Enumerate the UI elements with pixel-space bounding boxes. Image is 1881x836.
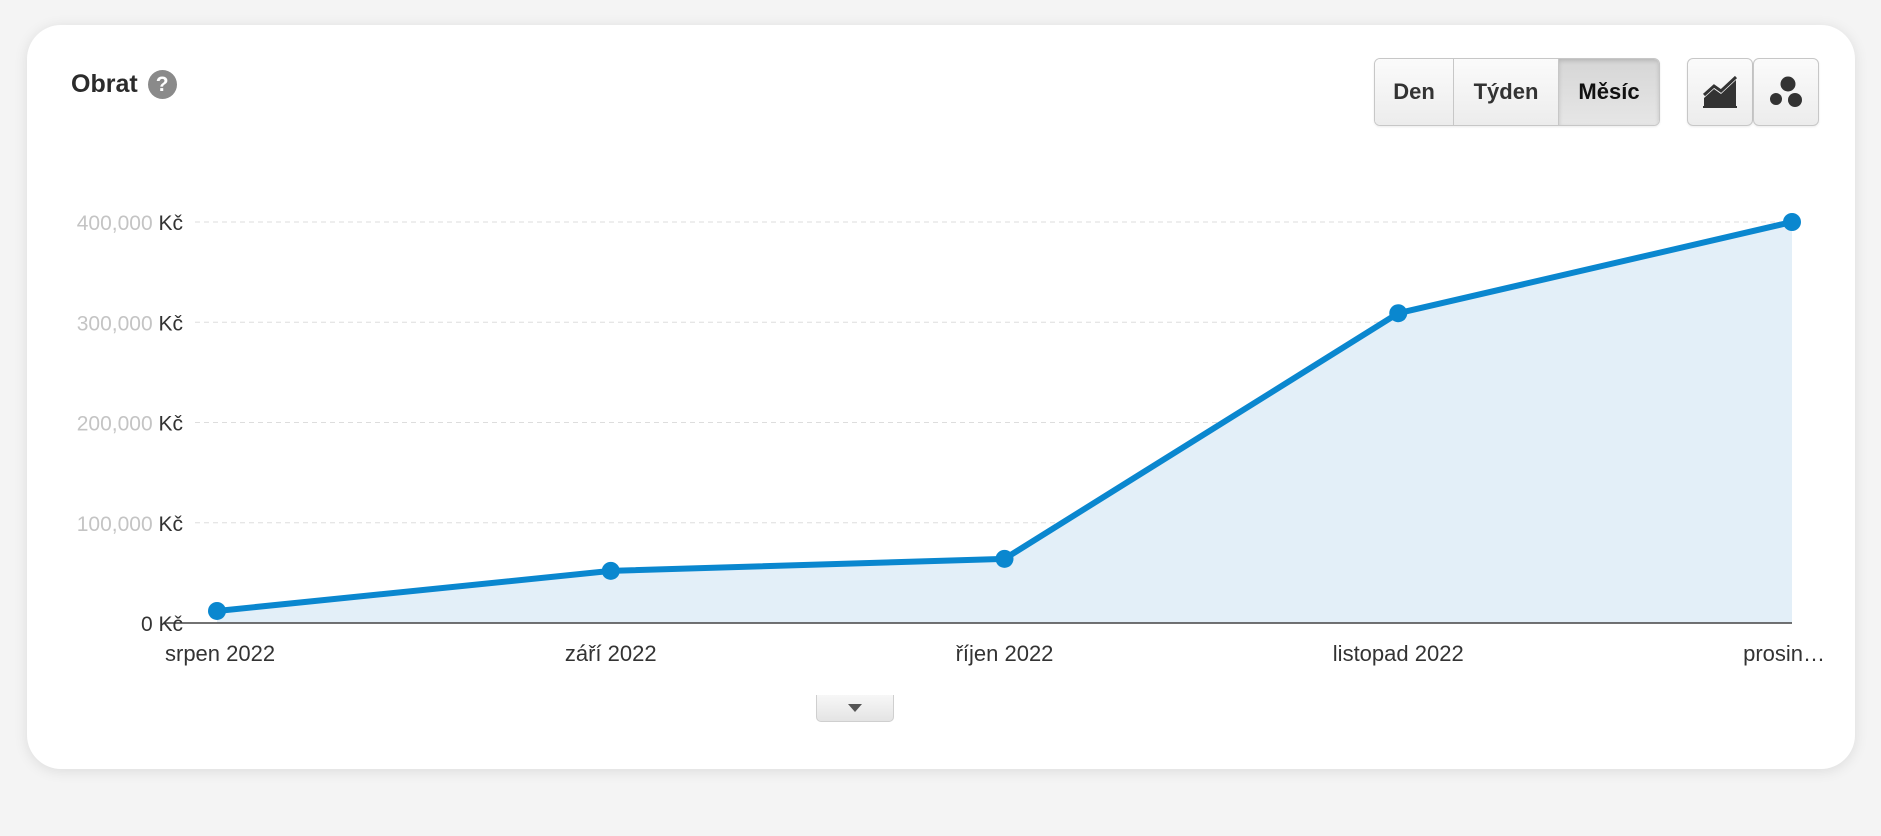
x-axis-tick-labels: srpen 2022 září 2022 říjen 2022 listopad 20… <box>165 641 1825 666</box>
data-point[interactable] <box>1389 304 1408 323</box>
y-tick-label: 400,000 Kč <box>77 212 183 235</box>
y-tick-unit: Kč <box>158 413 183 436</box>
y-tick-value: 100,000 <box>77 513 159 536</box>
y-tick-value: 300,000 <box>77 312 159 335</box>
y-tick-value: 400,000 <box>77 212 159 235</box>
x-tick-label: září 2022 <box>565 641 657 666</box>
y-tick-label: 300,000 Kč <box>77 312 183 335</box>
y-tick-unit: Kč <box>158 312 183 335</box>
x-tick-label: prosin… <box>1743 641 1825 666</box>
data-point[interactable] <box>208 601 226 620</box>
y-tick-label: 0 Kč <box>141 613 183 636</box>
revenue-area-chart: 0 Kč100,000 Kč200,000 Kč300,000 Kč400,00… <box>77 212 1825 666</box>
y-tick-value: 200,000 <box>77 413 159 436</box>
y-tick-unit: Kč <box>158 212 183 235</box>
x-tick-label: říjen 2022 <box>956 641 1054 666</box>
data-point[interactable] <box>995 549 1014 568</box>
y-axis-tick-labels: 0 Kč100,000 Kč200,000 Kč300,000 Kč400,00… <box>77 212 183 636</box>
x-tick-label: listopad 2022 <box>1333 641 1464 666</box>
data-point[interactable] <box>1783 213 1801 231</box>
y-tick-label: 200,000 Kč <box>77 413 183 436</box>
y-tick-label: 100,000 Kč <box>77 513 183 536</box>
y-tick-unit: Kč <box>158 513 183 536</box>
data-point[interactable] <box>601 561 620 580</box>
x-tick-label: srpen 2022 <box>165 641 275 666</box>
